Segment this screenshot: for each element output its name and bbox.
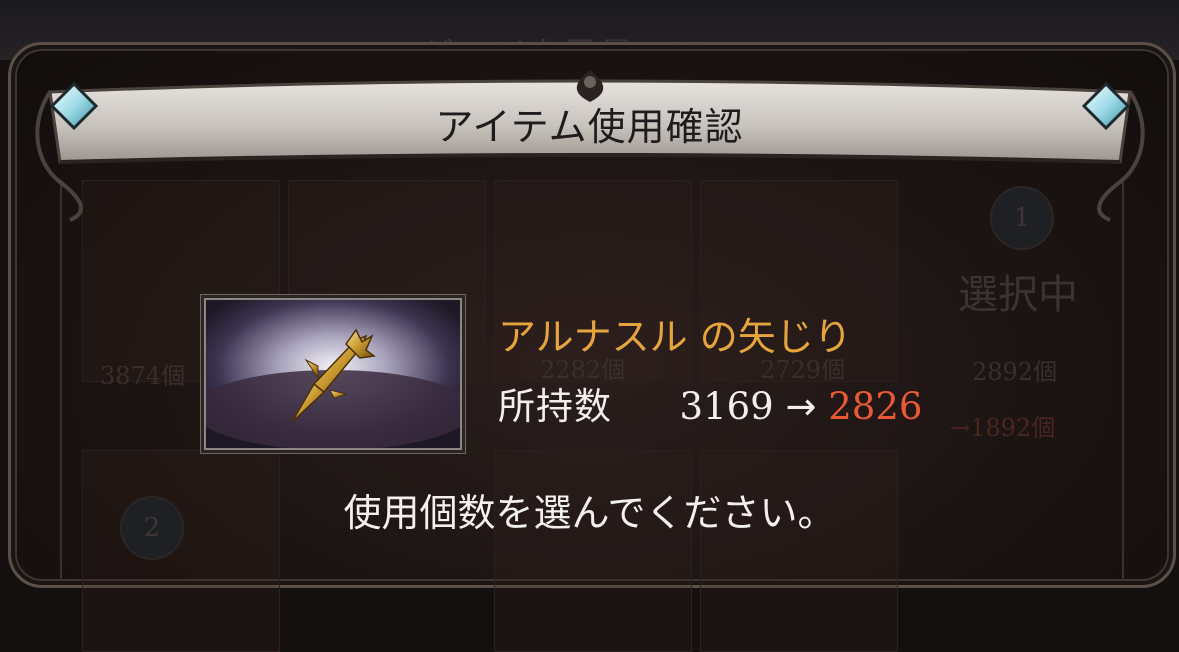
item-thumbnail <box>204 298 462 450</box>
count-arrow: → <box>785 385 817 428</box>
arrowhead-item-icon <box>206 300 460 448</box>
instruction-text: 使用個数を選んでください。 <box>343 491 836 535</box>
background-changed-count: →1892個 <box>950 414 1056 442</box>
background-item-count: 2892個 <box>972 358 1058 386</box>
count-label: 所持数 <box>498 385 612 428</box>
item-name: アルナスル の矢じり <box>498 315 852 359</box>
background-item-cell <box>494 450 692 652</box>
count-before: 3169 <box>679 385 774 428</box>
background-item-count: 3874個 <box>100 362 186 390</box>
item-count-row: 所持数 3169 → 2826 <box>498 376 922 430</box>
background-item-cell <box>82 450 280 652</box>
selected-label: 選択中 <box>958 272 1078 318</box>
dialog-title: アイテム使用確認 <box>435 105 744 149</box>
count-after: 2826 <box>828 385 923 428</box>
background-item-cell <box>700 450 898 652</box>
